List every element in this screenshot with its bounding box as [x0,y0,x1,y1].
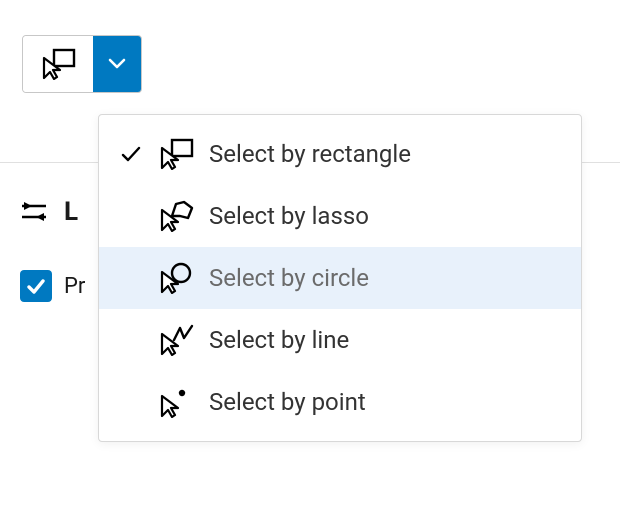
cursor-rectangle-icon [151,138,201,170]
select-tool-menu: Select by rectangle Select by lasso [98,114,582,442]
cursor-rectangle-icon [40,48,76,80]
layer-label: Pr [64,274,85,299]
layer-checkbox[interactable] [20,270,52,302]
cursor-lasso-icon [151,200,201,232]
menu-item-label: Select by lasso [201,202,369,230]
menu-item-select-point[interactable]: Select by point [99,371,581,433]
menu-item-select-circle[interactable]: Select by circle [99,247,581,309]
check-icon [25,275,47,297]
select-tool-split-button [22,35,142,93]
cursor-point-icon [151,386,201,418]
chevron-down-icon [108,58,126,70]
menu-item-label: Select by circle [201,264,369,292]
menu-item-label: Select by rectangle [201,140,411,168]
check-icon [111,143,151,165]
cursor-circle-icon [151,262,201,294]
menu-item-label: Select by point [201,388,366,416]
menu-item-select-lasso[interactable]: Select by lasso [99,185,581,247]
menu-item-label: Select by line [201,326,349,354]
legend-icon [20,200,48,224]
menu-item-select-line[interactable]: Select by line [99,309,581,371]
cursor-line-icon [151,324,201,356]
layer-item: Pr [20,270,85,302]
select-tool-button[interactable] [23,36,93,92]
select-tool-dropdown-button[interactable] [93,36,141,92]
layers-heading: L [64,197,78,227]
layers-heading-row: L [20,197,78,227]
menu-item-select-rectangle[interactable]: Select by rectangle [99,123,581,185]
